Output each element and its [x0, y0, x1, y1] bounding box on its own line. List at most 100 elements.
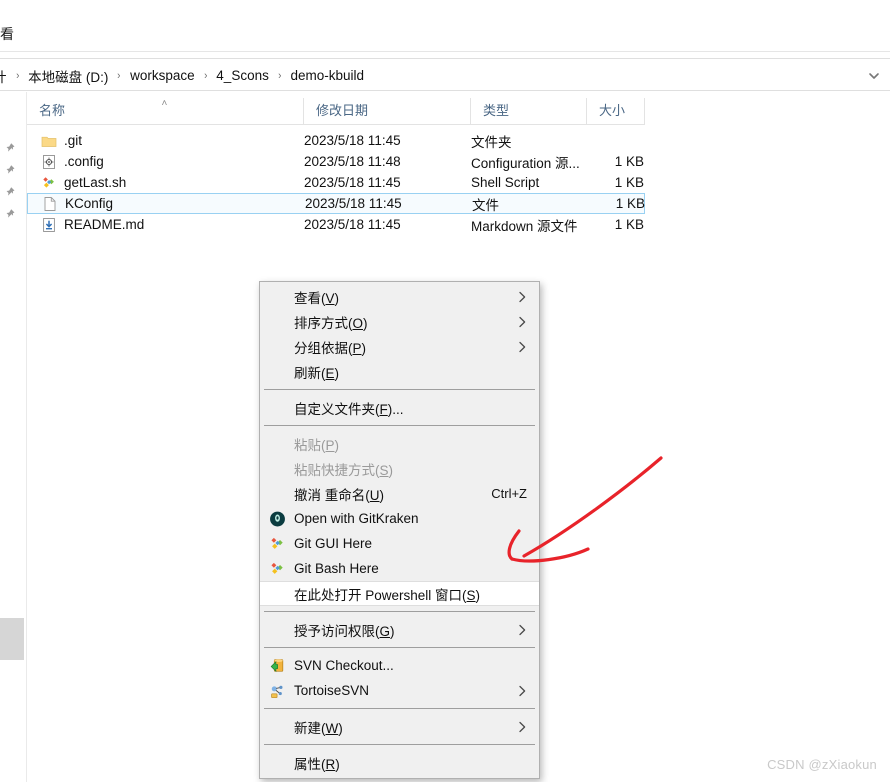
- file-name-label: .config: [64, 154, 104, 169]
- breadcrumb-separator: ›: [15, 69, 19, 82]
- blank-file-icon: [44, 196, 56, 211]
- chevron-right-icon: [518, 721, 527, 733]
- breadcrumb-item[interactable]: 计: [0, 66, 10, 86]
- breadcrumb-item[interactable]: 4_Scons: [213, 68, 272, 83]
- menu-item-label: 自定义文件夹(F)...: [294, 401, 404, 417]
- menu-item-label: 在此处打开 Powershell 窗口(S): [294, 587, 481, 603]
- menu-separator: [264, 425, 535, 426]
- file-date-cell: 2023/5/18 11:48: [304, 154, 401, 169]
- file-name-cell[interactable]: .config: [41, 154, 104, 170]
- menu-item-label: 粘贴快捷方式(S): [294, 462, 394, 478]
- menu-item-label: 粘贴(P): [294, 437, 340, 453]
- menu-item[interactable]: 自定义文件夹(F)...: [260, 395, 539, 420]
- git-diamond-icon: [271, 537, 283, 549]
- ribbon-bar: 查看: [0, 22, 890, 52]
- column-header-rule: [27, 124, 645, 125]
- menu-item-label: 分组依据(P): [294, 340, 367, 356]
- menu-item[interactable]: 在此处打开 Powershell 窗口(S): [260, 581, 539, 606]
- svn-checkout-icon: [270, 658, 284, 672]
- menu-item[interactable]: Git Bash Here: [260, 556, 539, 581]
- table-row[interactable]: README.md 2023/5/18 11:45 Markdown 源文件 1 KB: [27, 214, 645, 235]
- file-type-cell: Configuration 源...: [471, 155, 580, 171]
- file-list-column-headers[interactable]: 名称 ˄ 修改日期 类型 大小: [27, 98, 890, 124]
- breadcrumb-separator: ›: [278, 69, 282, 82]
- nav-scrollbar-thumb[interactable]: [0, 618, 24, 660]
- ribbon-tab-view[interactable]: 查看: [0, 23, 14, 45]
- pin-icon[interactable]: [4, 164, 16, 178]
- navigation-pane[interactable]: [0, 92, 26, 782]
- menu-item-label: Git GUI Here: [294, 536, 373, 551]
- pin-icon[interactable]: [4, 142, 16, 156]
- gear-file-icon: [43, 154, 55, 169]
- breadcrumb-separator: ›: [117, 69, 121, 82]
- menu-item[interactable]: Open with GitKraken: [260, 506, 539, 531]
- menu-item: 粘贴快捷方式(S): [260, 456, 539, 481]
- file-date-cell: 2023/5/18 11:45: [304, 175, 401, 190]
- menu-item-label: 排序方式(O): [294, 315, 368, 331]
- menu-item[interactable]: 撤消 重命名(U) Ctrl+Z: [260, 481, 539, 506]
- sort-ascending-icon: ˄: [161, 98, 168, 109]
- menu-item[interactable]: TortoiseSVN: [260, 678, 539, 703]
- file-name-cell[interactable]: getLast.sh: [41, 175, 126, 191]
- file-name-cell[interactable]: KConfig: [42, 196, 113, 212]
- menu-item-label: 新建(W): [294, 720, 343, 736]
- pin-icon[interactable]: [4, 208, 16, 222]
- git-diamond-icon: [271, 562, 283, 574]
- tortoisesvn-icon: [271, 685, 283, 698]
- menu-item-label: 查看(V): [294, 290, 340, 306]
- file-date-cell: 2023/5/18 11:45: [305, 196, 402, 211]
- address-bar[interactable]: 计 › 本地磁盘 (D:) › workspace › 4_Scons › demo-kbuil…: [0, 58, 890, 91]
- menu-item[interactable]: 新建(W): [260, 714, 539, 739]
- menu-item-label: 刷新(E): [294, 365, 340, 381]
- menu-item[interactable]: Git GUI Here: [260, 531, 539, 556]
- menu-item-label: SVN Checkout...: [294, 658, 394, 673]
- breadcrumb-item[interactable]: 本地磁盘 (D:): [25, 66, 111, 86]
- chevron-right-icon: [518, 685, 527, 697]
- watermark: CSDN @zXiaokun: [767, 757, 877, 772]
- table-row[interactable]: .config 2023/5/18 11:48 Configuration 源...…: [27, 151, 645, 172]
- file-name-label: .git: [64, 133, 83, 148]
- breadcrumb-item[interactable]: workspace: [127, 68, 198, 83]
- menu-item[interactable]: 分组依据(P): [260, 334, 539, 359]
- table-row[interactable]: .git 2023/5/18 11:45 文件夹: [27, 130, 645, 151]
- git-diamond-icon: [43, 176, 54, 188]
- folder-icon: [41, 136, 57, 147]
- menu-item[interactable]: 授予访问权限(G): [260, 617, 539, 642]
- context-menu[interactable]: 查看(V) 排序方式(O) 分组依据(P) 刷新(E) 自定义文件夹(F)... 粘贴(P…: [259, 281, 540, 779]
- file-type-cell: Markdown 源文件: [471, 218, 578, 234]
- menu-separator: [264, 708, 535, 709]
- file-type-cell: 文件: [472, 197, 499, 213]
- column-header[interactable]: 修改日期: [304, 98, 471, 124]
- ribbon-divider: [0, 51, 890, 52]
- file-name-cell[interactable]: README.md: [41, 217, 144, 233]
- menu-item[interactable]: 属性(R): [260, 750, 539, 775]
- menu-item[interactable]: 查看(V): [260, 284, 539, 309]
- pin-icon[interactable]: [4, 186, 16, 200]
- menu-item-label: Open with GitKraken: [294, 511, 419, 526]
- chevron-right-icon: [518, 341, 527, 353]
- breadcrumb-item[interactable]: demo-kbuild: [288, 68, 368, 83]
- file-list[interactable]: .git 2023/5/18 11:45 文件夹 .config 2023/5/18 1…: [27, 130, 890, 235]
- breadcrumb-separator: ›: [203, 69, 208, 82]
- file-name-cell[interactable]: .git: [41, 133, 82, 149]
- column-header[interactable]: 类型: [471, 98, 587, 124]
- file-size-cell: 1 KB: [614, 217, 644, 232]
- breadcrumb[interactable]: 计 › 本地磁盘 (D:) › workspace › 4_Scons › demo-kbuil…: [0, 59, 367, 92]
- file-name-label: getLast.sh: [64, 175, 127, 190]
- menu-item[interactable]: 刷新(E): [260, 359, 539, 384]
- menu-item[interactable]: SVN Checkout...: [260, 653, 539, 678]
- menu-item-label: 属性(R): [294, 756, 340, 772]
- chevron-right-icon: [518, 624, 527, 636]
- menu-item: 粘贴(P): [260, 431, 539, 456]
- chevron-down-icon[interactable]: [867, 69, 881, 83]
- file-type-cell: Shell Script: [471, 175, 540, 190]
- file-size-cell: 1 KB: [614, 175, 644, 190]
- markdown-file-icon: [43, 217, 55, 232]
- column-header[interactable]: 大小: [587, 98, 645, 124]
- table-row[interactable]: KConfig 2023/5/18 11:45 文件 1 KB: [27, 193, 645, 214]
- file-size-cell: 1 KB: [614, 154, 644, 169]
- file-type-cell: 文件夹: [471, 134, 512, 150]
- menu-item-label: Git Bash Here: [294, 561, 379, 576]
- table-row[interactable]: getLast.sh 2023/5/18 11:45 Shell Script 1 K…: [27, 172, 645, 193]
- menu-item[interactable]: 排序方式(O): [260, 309, 539, 334]
